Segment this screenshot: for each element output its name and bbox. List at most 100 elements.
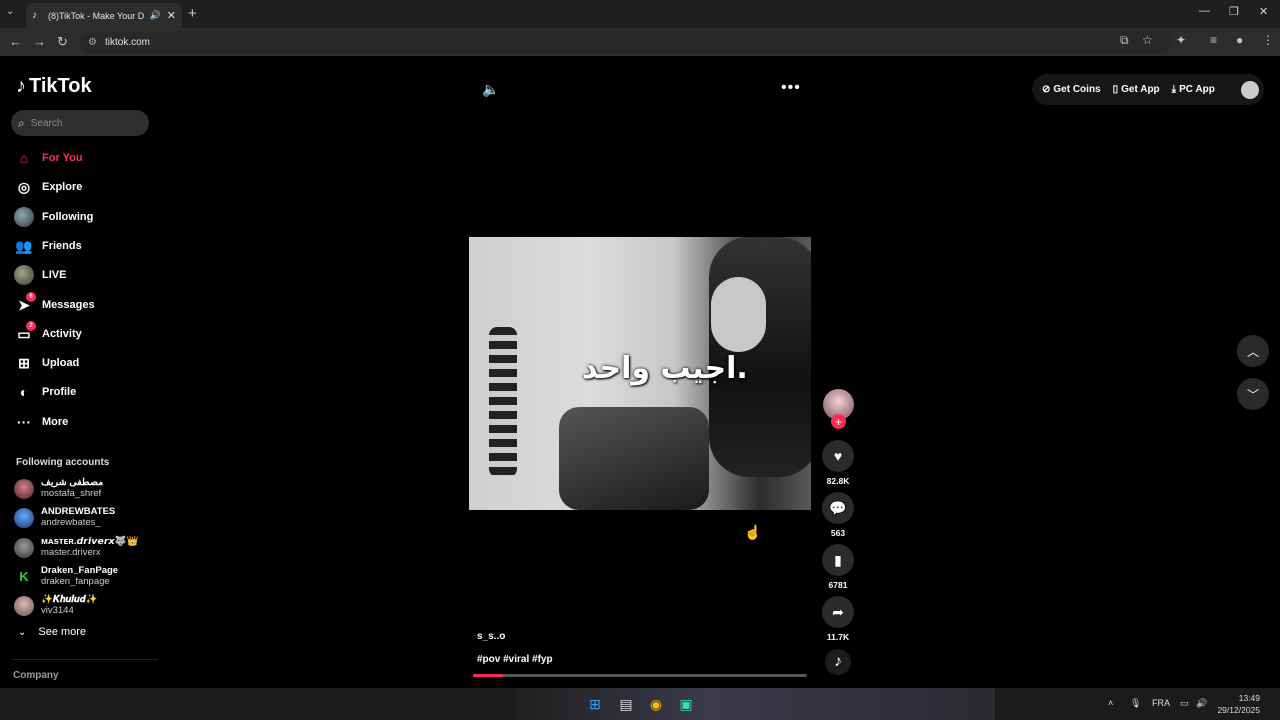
- upload-icon: ⊞: [18, 354, 30, 371]
- address-bar[interactable]: ⚙ tiktok.com: [80, 31, 1172, 54]
- tray-chevron-up-icon[interactable]: ˄: [1108, 698, 1113, 708]
- microphone-icon[interactable]: 🎙: [1130, 698, 1141, 709]
- volume-icon[interactable]: 🔈: [482, 81, 499, 98]
- windows-start-icon[interactable]: ⊞: [586, 695, 604, 713]
- account-display-name: ᴍᴀsᴛᴇʀ.𝙙𝙧𝙞𝙫𝙚𝙧𝙭🐺👑: [41, 536, 139, 547]
- browser-toolbar: ← → ↻ ⚙ tiktok.com ⧉ ☆ ✦ ≡ ● ⋮: [0, 28, 1280, 57]
- browser-menu-icon[interactable]: ⋮: [1262, 33, 1274, 47]
- media-control-icon[interactable]: ≡: [1210, 33, 1217, 47]
- more-icon: ···: [17, 414, 31, 430]
- more-options-icon[interactable]: •••: [781, 79, 801, 97]
- share-action[interactable]: ➦ 11.7K: [822, 596, 854, 642]
- new-tab-plus-icon[interactable]: +: [188, 5, 197, 22]
- reload-icon[interactable]: ↻: [57, 34, 68, 50]
- follow-plus-icon[interactable]: +: [831, 414, 846, 429]
- nav-label: Explore: [42, 181, 83, 193]
- minimize-icon[interactable]: —: [1199, 5, 1210, 17]
- following-account[interactable]: ᴍᴀsᴛᴇʀ.𝙙𝙧𝙞𝙫𝙚𝙧𝙭🐺👑 master.driverx: [14, 536, 138, 559]
- chrome-icon[interactable]: ◉: [647, 695, 665, 713]
- like-count: 82.8K: [826, 476, 850, 486]
- nav-messages[interactable]: ➤ 6 Messages: [14, 292, 95, 316]
- sidebar-divider: [12, 659, 158, 660]
- nav-live[interactable]: LIVE: [14, 264, 66, 286]
- tiktok-logo[interactable]: ♪ TikTok: [16, 75, 92, 98]
- browser-tab[interactable]: ♪ (8)TikTok - Make Your Day 🔊 ✕: [26, 3, 182, 28]
- install-app-icon[interactable]: ⧉: [1120, 33, 1129, 48]
- search-box[interactable]: ⌕: [11, 110, 149, 136]
- network-icon[interactable]: ▭: [1180, 698, 1189, 709]
- nav-friends[interactable]: 👥 Friends: [14, 235, 81, 257]
- messages-badge: 6: [26, 292, 36, 302]
- nav-more[interactable]: ··· More: [14, 411, 68, 433]
- company-link[interactable]: Company: [13, 670, 59, 681]
- app-icon[interactable]: ▣: [677, 695, 695, 713]
- friends-icon: 👥: [15, 237, 33, 254]
- search-input[interactable]: [30, 117, 131, 129]
- system-clock[interactable]: 13:49 29/12/2025: [1216, 692, 1260, 716]
- window-close-icon[interactable]: ✕: [1259, 5, 1268, 18]
- clock-time: 13:49: [1238, 693, 1260, 703]
- bookmark-icon[interactable]: ▮: [822, 544, 854, 576]
- home-icon: ⌂: [19, 150, 29, 166]
- following-account[interactable]: ✨𝑲𝒉𝒖𝒍𝒖𝒅✨ viv3144: [14, 594, 97, 617]
- extensions-icon[interactable]: ✦: [1176, 33, 1186, 47]
- heart-icon[interactable]: ♥: [822, 440, 854, 472]
- video-hashtags[interactable]: #pov #viral #fyp: [477, 654, 553, 665]
- account-display-name: ANDREWBATES: [41, 506, 116, 517]
- get-coins-button[interactable]: ⊘ Get Coins: [1042, 84, 1101, 95]
- messages-icon: ➤ 6: [14, 292, 36, 315]
- account-display-name: مصطفى شريف: [41, 477, 104, 488]
- nav-label: Profile: [42, 386, 77, 398]
- tab-list-chevron-icon[interactable]: ⌄: [6, 6, 14, 17]
- tab-audio-icon[interactable]: 🔊: [150, 10, 161, 21]
- video-author[interactable]: s_s..o: [477, 631, 505, 642]
- following-accounts-heading: Following accounts: [16, 457, 110, 468]
- sound-disc-icon[interactable]: ♪: [825, 649, 851, 675]
- activity-badge: 2: [26, 321, 36, 331]
- avatar: [14, 507, 34, 528]
- back-arrow-icon[interactable]: ←: [9, 34, 22, 49]
- account-display-name: Draken_FanPage: [41, 565, 119, 576]
- tab-close-icon[interactable]: ✕: [167, 9, 176, 22]
- bookmark-star-icon[interactable]: ☆: [1142, 33, 1153, 47]
- following-account[interactable]: مصطفى شريف mostafa_shref: [14, 477, 103, 500]
- nav-upload[interactable]: ⊞ Upload: [14, 352, 79, 374]
- comment-action[interactable]: 💬 563: [822, 492, 854, 538]
- clock-date: 29/12/2025: [1217, 705, 1260, 715]
- save-action[interactable]: ▮ 6781: [822, 544, 854, 590]
- site-info-icon[interactable]: ⚙: [88, 37, 97, 48]
- coin-icon: ⊘: [1042, 84, 1051, 95]
- next-video-chevron-down-icon[interactable]: ﹀: [1237, 378, 1269, 410]
- logo-text: TikTok: [29, 75, 92, 97]
- nav-explore[interactable]: ◎ Explore: [14, 176, 82, 198]
- get-app-button[interactable]: ▯ Get App: [1113, 84, 1160, 95]
- following-account[interactable]: ANDREWBATES andrewbates_: [14, 506, 115, 529]
- share-arrow-icon[interactable]: ➦: [822, 596, 854, 628]
- file-explorer-icon[interactable]: ▤: [617, 695, 635, 713]
- speaker-icon[interactable]: 🔊: [1196, 698, 1207, 709]
- windows-taskbar: ⊞ ▤ ◉ ▣ ˄ 🎙 FRA ▭ 🔊 13:49 29/12/2025: [0, 688, 1280, 720]
- previous-video-chevron-up-icon[interactable]: ︿: [1237, 335, 1269, 367]
- top-actions-bar: ⊘ Get Coins ▯ Get App ⤓ PC App: [1032, 74, 1264, 105]
- forward-arrow-icon[interactable]: →: [33, 34, 46, 49]
- nav-activity[interactable]: ▭ 2 Activity: [14, 321, 82, 345]
- profile-avatar-icon[interactable]: ●: [1236, 33, 1243, 47]
- comment-icon[interactable]: 💬: [822, 492, 854, 524]
- account-username: mostafa_shref: [41, 488, 102, 499]
- nav-profile[interactable]: ◐ Profile: [14, 381, 76, 403]
- see-more-button[interactable]: ⌄ See more: [18, 626, 86, 638]
- video-progress-bar[interactable]: [473, 674, 807, 677]
- pc-app-button[interactable]: ⤓ PC App: [1172, 84, 1215, 95]
- user-avatar[interactable]: [1240, 80, 1259, 99]
- nav-following[interactable]: Following: [14, 206, 93, 228]
- input-language[interactable]: FRA: [1152, 698, 1170, 708]
- video-shadow-shape: [559, 407, 709, 510]
- like-action[interactable]: ♥ 82.8K: [822, 440, 854, 486]
- nav-for-you[interactable]: ⌂ For You: [14, 147, 83, 169]
- video-player[interactable]: اجيب واحد.: [469, 237, 811, 510]
- following-account[interactable]: K Draken_FanPage draken_fanpage: [14, 565, 118, 588]
- account-username: andrewbates_: [41, 517, 101, 528]
- avatar: [14, 537, 34, 558]
- account-username: draken_fanpage: [41, 576, 110, 587]
- restore-icon[interactable]: ❐: [1229, 5, 1239, 18]
